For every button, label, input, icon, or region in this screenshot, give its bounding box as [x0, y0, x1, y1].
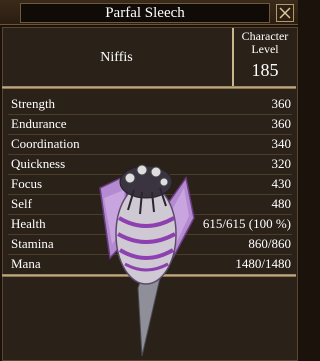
character-name: Niffis	[100, 49, 133, 65]
stat-label: Self	[11, 196, 32, 211]
stat-label: Stamina	[11, 236, 54, 251]
level-divider	[232, 28, 234, 86]
stat-label: Health	[11, 216, 46, 231]
stat-label: Strength	[11, 96, 56, 111]
level-box: Character Level 185	[236, 30, 294, 85]
stat-value: 480	[271, 196, 292, 211]
stat-value: 860/860	[248, 236, 291, 251]
window-title: Parfal Sleech	[20, 3, 270, 23]
level-label: Character Level	[241, 29, 289, 56]
top-separator	[2, 86, 296, 89]
stat-label: Focus	[11, 176, 43, 191]
stat-value: 360	[271, 96, 292, 111]
stat-row-strength: Strength 360	[4, 94, 294, 114]
stat-value: 360	[271, 116, 292, 131]
stat-value: 1480/1480	[235, 256, 291, 271]
stat-value: 340	[271, 136, 292, 151]
stat-row-endurance: Endurance 360	[4, 114, 294, 134]
stat-value: 615/615 (100 %)	[202, 216, 291, 231]
title-bar: Parfal Sleech	[0, 0, 298, 25]
stat-label: Mana	[11, 256, 41, 271]
stat-label: Endurance	[11, 116, 67, 131]
stat-label: Coordination	[11, 136, 80, 151]
stat-value: 320	[271, 156, 292, 171]
stat-value: 430	[271, 176, 292, 191]
stat-label: Quickness	[11, 156, 66, 171]
level-value: 185	[251, 60, 279, 80]
close-icon[interactable]	[276, 4, 294, 22]
creature-portrait	[99, 164, 195, 357]
